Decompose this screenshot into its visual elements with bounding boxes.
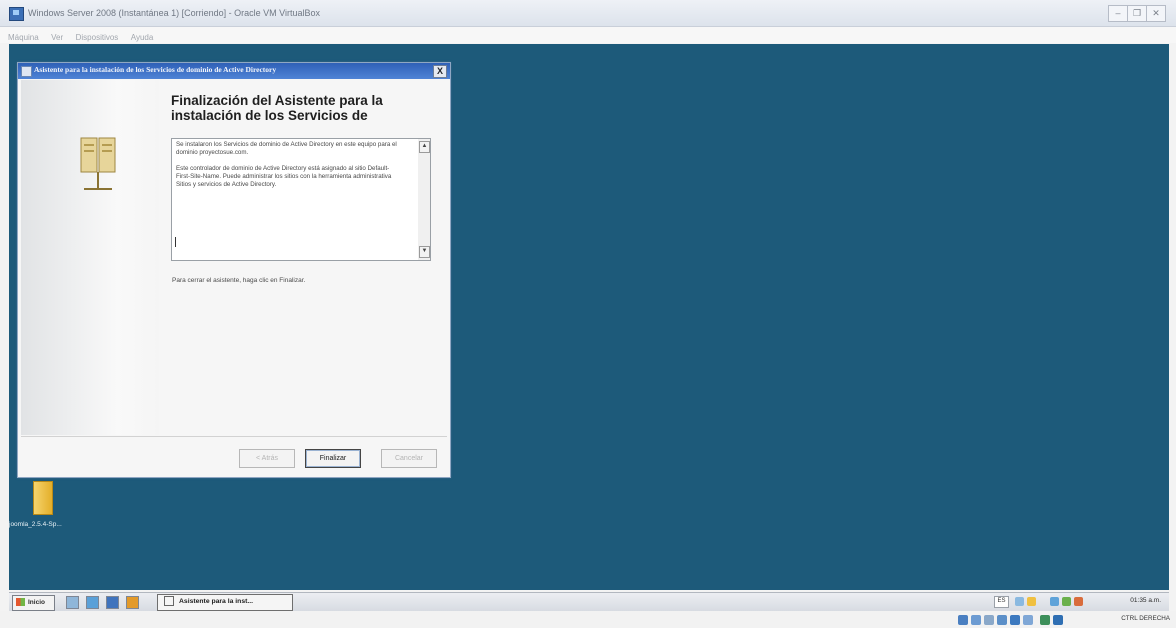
taskbar-item-label: Asistente para la inst... xyxy=(179,598,254,605)
menu-item-machine[interactable]: Máquina xyxy=(8,33,39,42)
wizard-side-panel xyxy=(21,80,159,435)
summary-textbox[interactable]: Se instalaron los Servicios de dominio d… xyxy=(171,138,431,261)
show-desktop-icon[interactable] xyxy=(66,596,79,609)
dialog-title-bar[interactable]: Asistente para la instalación de los Ser… xyxy=(18,63,450,79)
dialog-title: Asistente para la instalación de los Ser… xyxy=(34,65,277,74)
menu-item-view[interactable]: Ver xyxy=(51,33,63,42)
taskbar: Inicio Asistente para la inst... ES 01:3… xyxy=(9,592,1169,611)
window-icon xyxy=(164,596,174,607)
clock[interactable]: 01:35 a.m. xyxy=(1130,597,1161,604)
finish-instruction: Para cerrar el asistente, haga clic en F… xyxy=(172,277,306,284)
explorer-icon[interactable] xyxy=(126,596,139,609)
shared-folders-icon[interactable] xyxy=(1010,615,1020,625)
scroll-down-arrow-icon[interactable]: ▼ xyxy=(419,246,430,258)
summary-text: Se instalaron los Servicios de dominio d… xyxy=(176,141,402,197)
folder-icon xyxy=(33,481,53,515)
divider xyxy=(21,436,447,437)
mouse-integration-icon[interactable] xyxy=(1040,615,1050,625)
quick-launch xyxy=(66,596,146,609)
network-icon[interactable] xyxy=(1050,597,1059,606)
vertical-scrollbar[interactable]: ▲ ▼ xyxy=(418,139,430,260)
desktop-icon-label: joomla_2.5.4-Sp... xyxy=(9,521,62,528)
host-key-label: CTRL DERECHA xyxy=(1121,615,1170,622)
server-manager-icon[interactable] xyxy=(86,596,99,609)
virtualbox-status-bar: CTRL DERECHA xyxy=(0,611,1176,628)
active-directory-book-icon xyxy=(80,137,116,190)
summary-paragraph-2: Este controlador de dominio de Active Di… xyxy=(176,165,392,188)
virtualbox-title-bar[interactable]: Windows Server 2008 (Instantánea 1) [Cor… xyxy=(0,0,1176,27)
window-title: Windows Server 2008 (Instantánea 1) [Cor… xyxy=(28,8,320,18)
window-controls: – ❐ ✕ xyxy=(1108,5,1166,22)
summary-paragraph-1: Se instalaron los Servicios de dominio d… xyxy=(176,141,397,156)
hard-disk-icon[interactable] xyxy=(958,615,968,625)
cancel-button[interactable]: Cancelar xyxy=(381,449,437,468)
text-caret xyxy=(175,237,176,247)
system-tray: ES 01:35 a.m. xyxy=(994,594,1165,609)
powershell-icon[interactable] xyxy=(106,596,119,609)
menu-item-devices[interactable]: Dispositivos xyxy=(76,33,119,42)
usb-icon[interactable] xyxy=(984,615,994,625)
restore-button[interactable]: ❐ xyxy=(1127,5,1147,22)
network-adapter-icon[interactable] xyxy=(997,615,1007,625)
start-button[interactable]: Inicio xyxy=(12,595,55,611)
virtualbox-icon xyxy=(9,7,24,21)
back-button[interactable]: < Atrás xyxy=(239,449,295,468)
dialog-icon xyxy=(21,66,32,77)
windows-flag-icon xyxy=(16,598,25,607)
ad-install-wizard-dialog: Asistente para la instalación de los Ser… xyxy=(17,62,451,478)
start-label: Inicio xyxy=(28,599,45,606)
tray-info-icon[interactable] xyxy=(1027,597,1036,606)
minimize-button[interactable]: – xyxy=(1108,5,1128,22)
language-indicator[interactable]: ES xyxy=(994,596,1009,608)
close-button[interactable]: ✕ xyxy=(1146,5,1166,22)
host-key-arrow-icon xyxy=(1053,615,1063,625)
dialog-close-button[interactable]: X xyxy=(433,65,447,78)
display-icon[interactable] xyxy=(1023,615,1033,625)
volume-icon[interactable] xyxy=(1074,597,1083,606)
menu-bar: Máquina Ver Dispositivos Ayuda xyxy=(0,27,1176,43)
menu-item-help[interactable]: Ayuda xyxy=(131,33,154,42)
taskbar-item-wizard[interactable]: Asistente para la inst... xyxy=(157,594,293,611)
security-icon[interactable] xyxy=(1062,597,1071,606)
wizard-heading: Finalización del Asistente para la insta… xyxy=(171,93,383,123)
optical-drive-icon[interactable] xyxy=(971,615,981,625)
finish-button[interactable]: Finalizar xyxy=(305,449,361,468)
tray-help-icon[interactable] xyxy=(1015,597,1024,606)
scroll-up-arrow-icon[interactable]: ▲ xyxy=(419,141,430,153)
